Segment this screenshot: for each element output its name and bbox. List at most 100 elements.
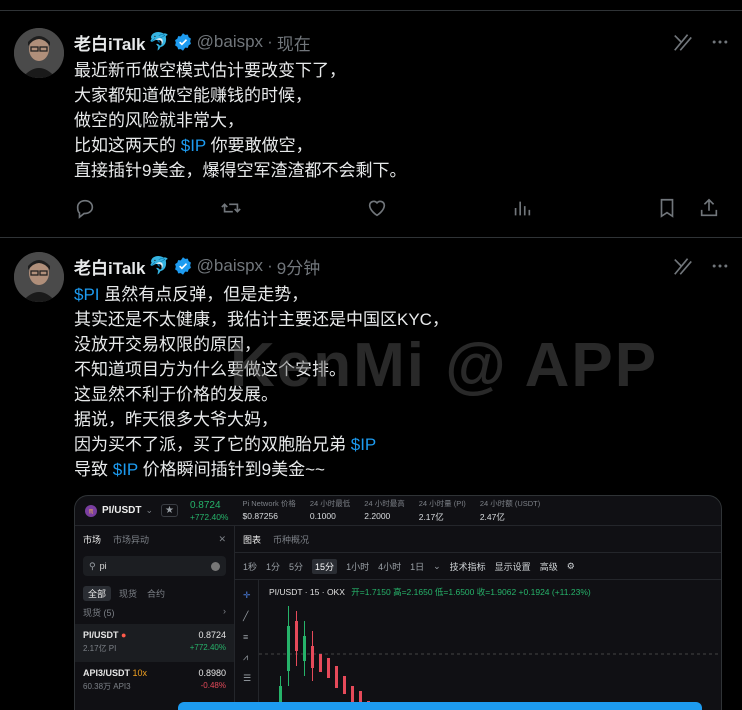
- line-tool-icon[interactable]: ╱: [243, 611, 258, 622]
- candlestick-chart[interactable]: [259, 596, 722, 710]
- pattern-tool-icon[interactable]: ⩘: [243, 652, 258, 663]
- timestamp[interactable]: 现在: [277, 30, 311, 55]
- chart-tool-button[interactable]: 高级: [540, 560, 558, 573]
- chevron-down-icon[interactable]: ⌄: [433, 561, 441, 572]
- search-icon: ⚲: [89, 560, 96, 571]
- ticker-stat: 24 小时最低 0.1000: [310, 498, 350, 523]
- more-icon[interactable]: [710, 256, 730, 276]
- channel-tool-icon[interactable]: ≡: [243, 632, 258, 642]
- filter-futures[interactable]: 合约: [145, 586, 167, 601]
- market-list: PI/USDT ● 2.17亿 PI 0.8724 +772.40% API3/USDT…: [75, 624, 234, 700]
- grok-icon[interactable]: [672, 31, 694, 53]
- like-icon[interactable]: [366, 197, 388, 219]
- filter-spot[interactable]: 现货: [117, 586, 139, 601]
- interval-option[interactable]: 1分: [266, 560, 280, 573]
- share-icon[interactable]: [698, 197, 720, 219]
- avatar[interactable]: [14, 252, 64, 302]
- author-handle[interactable]: @baispx: [197, 256, 263, 276]
- search-input[interactable]: ⚲ pi: [83, 556, 226, 576]
- reply-icon[interactable]: [74, 197, 96, 219]
- spot-section-header: 现货 (5) ›: [75, 601, 234, 624]
- tweet-text-line: 大家都知道做空能赚钱的时候，: [74, 83, 730, 108]
- tab-chart[interactable]: 图表: [243, 533, 261, 546]
- row-price: 0.8724: [198, 630, 226, 640]
- tweet-text-segment: 因为买不了派，买了它的双胞胎兄弟: [74, 435, 351, 454]
- tweet-text-segment: 直接插针9美金，爆得空军渣渣都不会剩下。: [74, 161, 407, 180]
- cashtag-link[interactable]: $IP: [181, 136, 206, 155]
- close-icon[interactable]: ✕: [218, 534, 226, 545]
- tweet-1[interactable]: 老白iTalk 🐬 @baispx · 现在 最近新币做空模式估计要改变下了， 大…: [0, 0, 742, 237]
- bookmark-icon[interactable]: [656, 197, 678, 219]
- bottom-banner[interactable]: [178, 702, 702, 710]
- repost-icon[interactable]: [219, 197, 243, 219]
- pi-logo-icon: π: [85, 504, 97, 517]
- fib-tool-icon[interactable]: ☰: [243, 673, 258, 684]
- tab-market[interactable]: 市场: [83, 533, 101, 546]
- author-name[interactable]: 老白iTalk: [74, 30, 145, 55]
- tweet-text-line: 不知道项目方为什么要做这个安排。: [74, 357, 730, 382]
- chart-tool-button[interactable]: 技术指标: [450, 560, 486, 573]
- dolphin-emoji: 🐬: [148, 32, 170, 51]
- chevron-down-icon[interactable]: ⌄: [145, 505, 153, 516]
- chart-tabs: 图表 币种概况: [235, 526, 721, 552]
- interval-option[interactable]: 1小时: [346, 560, 369, 573]
- price-change: +772.40%: [189, 511, 229, 522]
- chart-tool-button[interactable]: 显示设置: [495, 560, 531, 573]
- star-icon[interactable]: ★: [161, 504, 178, 517]
- row-change: -0.48%: [200, 681, 226, 690]
- ticker-stat: Pi Network 价格 $0.87256: [243, 498, 296, 523]
- gear-icon[interactable]: ⚙: [567, 561, 575, 572]
- ticker-stat: 24 小时额 (USDT) 2.47亿: [480, 498, 540, 523]
- ticker-stat-value: 2.17亿: [418, 512, 444, 522]
- cashtag-link[interactable]: $IP: [351, 435, 377, 454]
- filter-all[interactable]: 全部: [83, 586, 112, 601]
- clear-icon[interactable]: [211, 561, 220, 571]
- interval-option[interactable]: 5分: [289, 560, 303, 573]
- separator-dot: ·: [267, 256, 273, 275]
- author-handle[interactable]: @baispx: [197, 32, 263, 52]
- tweet-text-line: 比如这两天的 $IP 你要敢做空，: [74, 133, 730, 158]
- views-icon[interactable]: [511, 197, 533, 219]
- interval-option[interactable]: 1秒: [243, 560, 257, 573]
- interval-option[interactable]: 1日: [410, 560, 424, 573]
- cashtag-link[interactable]: $IP: [113, 460, 138, 479]
- ticker-stats: Pi Network 价格 $0.87256 24 小时最低 0.1000 24 小时最…: [229, 498, 541, 523]
- market-tabs: 市场 市场异动 ✕: [75, 526, 234, 552]
- tab-coin-overview[interactable]: 币种概况: [273, 533, 309, 546]
- crosshair-icon[interactable]: ✛: [243, 590, 258, 601]
- interval-option[interactable]: 4小时: [378, 560, 401, 573]
- tweet-text: $PI 虽然有点反弹，但是走势， 其实还是不太健康，我估计主要还是中国区KYC， 没…: [74, 282, 730, 482]
- tweet-text-segment: 比如这两天的: [74, 136, 181, 155]
- author-name[interactable]: 老白iTalk: [74, 254, 145, 279]
- tweet-text-line: 做空的风险就非常大，: [74, 108, 730, 133]
- more-icon[interactable]: [710, 32, 730, 52]
- avatar[interactable]: [14, 28, 64, 78]
- chevron-right-icon[interactable]: ›: [223, 606, 226, 619]
- leverage-tag: 10x: [130, 668, 148, 678]
- tweet-text-segment: 最近新币做空模式估计要改变下了，: [74, 61, 346, 80]
- ticker-stat-value: $0.87256: [242, 511, 278, 521]
- tab-market-movers[interactable]: 市场异动: [113, 533, 149, 546]
- row-pair: PI/USDT: [83, 630, 119, 640]
- ticker-stat-label: 24 小时量 (PI): [418, 499, 466, 508]
- tweet-text-line: 直接插针9美金，爆得空军渣渣都不会剩下。: [74, 158, 730, 183]
- tweet-header: 老白iTalk 🐬 @baispx · 9分钟: [74, 253, 730, 279]
- dolphin-emoji: 🐬: [148, 256, 170, 275]
- hot-icon: ●: [118, 630, 127, 640]
- interval-bar: 1秒 1分 5分 15分 1小时 4小时 1日 ⌄ 技术指标 显示设置 高级 ⚙: [235, 553, 721, 579]
- ticker-stat-label: 24 小时额 (USDT): [479, 499, 541, 508]
- search-value: pi: [99, 561, 107, 571]
- market-row[interactable]: API3/USDT 10x 60.38万 API3 0.8980 -0.48%: [75, 662, 234, 700]
- tweet-image[interactable]: π PI/USDT ⌄ ★ 0.8724 +772.40% Pi Network…: [74, 495, 722, 710]
- tweet-text-segment: 做空的风险就非常大，: [74, 111, 244, 130]
- chart-panel: 图表 币种概况 1秒 1分 5分 15分 1小时 4小时 1日 ⌄ 技术指标 显示设置 高级 ⚙ ✛ …: [235, 526, 721, 710]
- row-pair: API3/USDT: [83, 668, 131, 678]
- timestamp[interactable]: 9分钟: [277, 254, 320, 279]
- pair-title: PI/USDT: [102, 505, 142, 516]
- market-row[interactable]: PI/USDT ● 2.17亿 PI 0.8724 +772.40%: [75, 624, 234, 662]
- cashtag-link[interactable]: $PI: [74, 285, 100, 304]
- grok-icon[interactable]: [672, 255, 694, 277]
- spot-count: 现货 (5): [83, 608, 115, 618]
- interval-option[interactable]: 15分: [312, 558, 338, 574]
- row-volume: 60.38万 API3: [83, 682, 131, 691]
